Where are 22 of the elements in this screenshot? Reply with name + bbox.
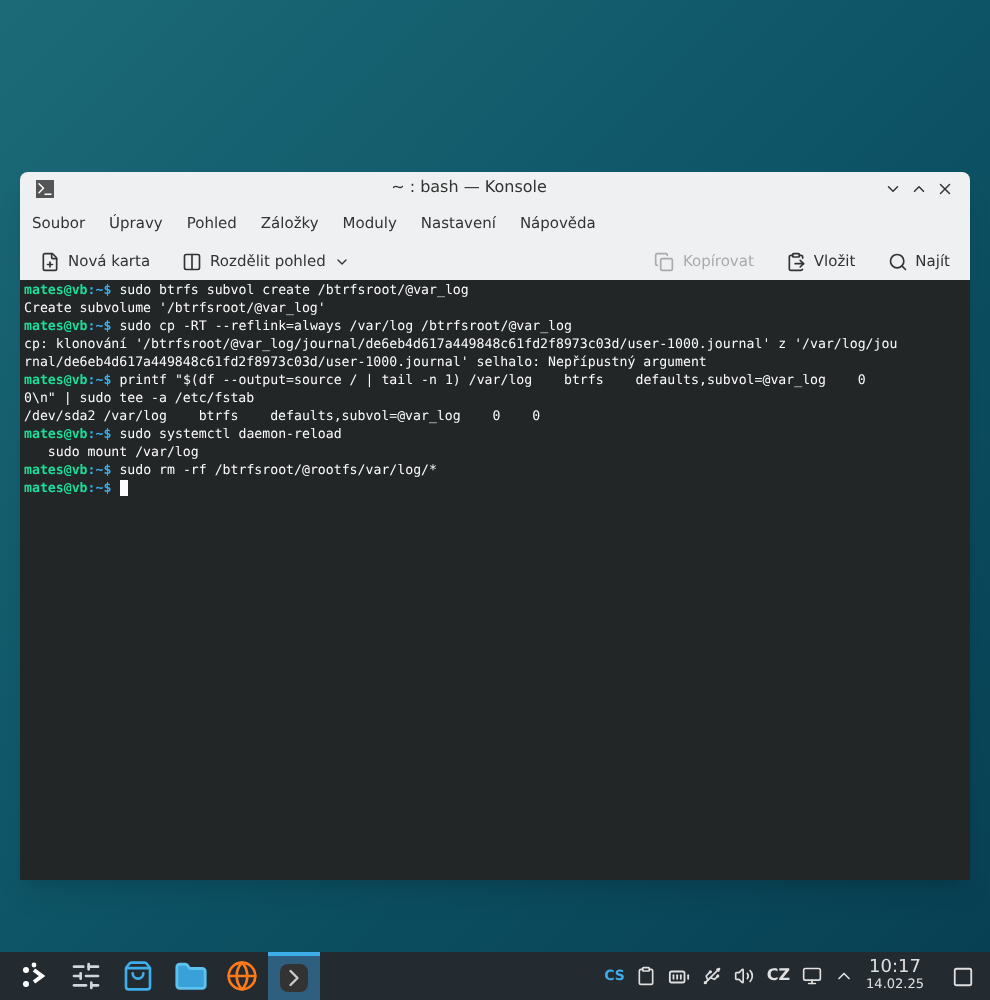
- new-tab-icon: [40, 252, 60, 272]
- search-icon: [887, 252, 908, 272]
- launcher-icon: [20, 962, 48, 990]
- volume-icon[interactable]: [734, 966, 755, 986]
- copy-icon: [654, 252, 675, 272]
- terminal-icon: [280, 964, 308, 992]
- clipboard-icon[interactable]: [636, 966, 657, 986]
- keyboard-layout[interactable]: CZ: [766, 964, 791, 988]
- shopping-bag-icon: [122, 960, 154, 992]
- globe-icon: [226, 960, 258, 992]
- sliders-icon: [70, 960, 102, 992]
- show-desktop-icon[interactable]: [952, 965, 974, 987]
- clock-time[interactable]: 10:17: [869, 960, 921, 976]
- usb-icon[interactable]: [702, 966, 723, 986]
- window-title: ~ : bash — Konsole: [389, 176, 549, 200]
- close-icon[interactable]: [936, 179, 954, 197]
- app-icon: [36, 179, 54, 197]
- clipboard-icon: [785, 252, 806, 272]
- battery-icon[interactable]: [668, 965, 691, 987]
- folder-icon: [173, 959, 207, 993]
- columns-icon: [182, 252, 203, 272]
- caret-icon: [333, 254, 350, 270]
